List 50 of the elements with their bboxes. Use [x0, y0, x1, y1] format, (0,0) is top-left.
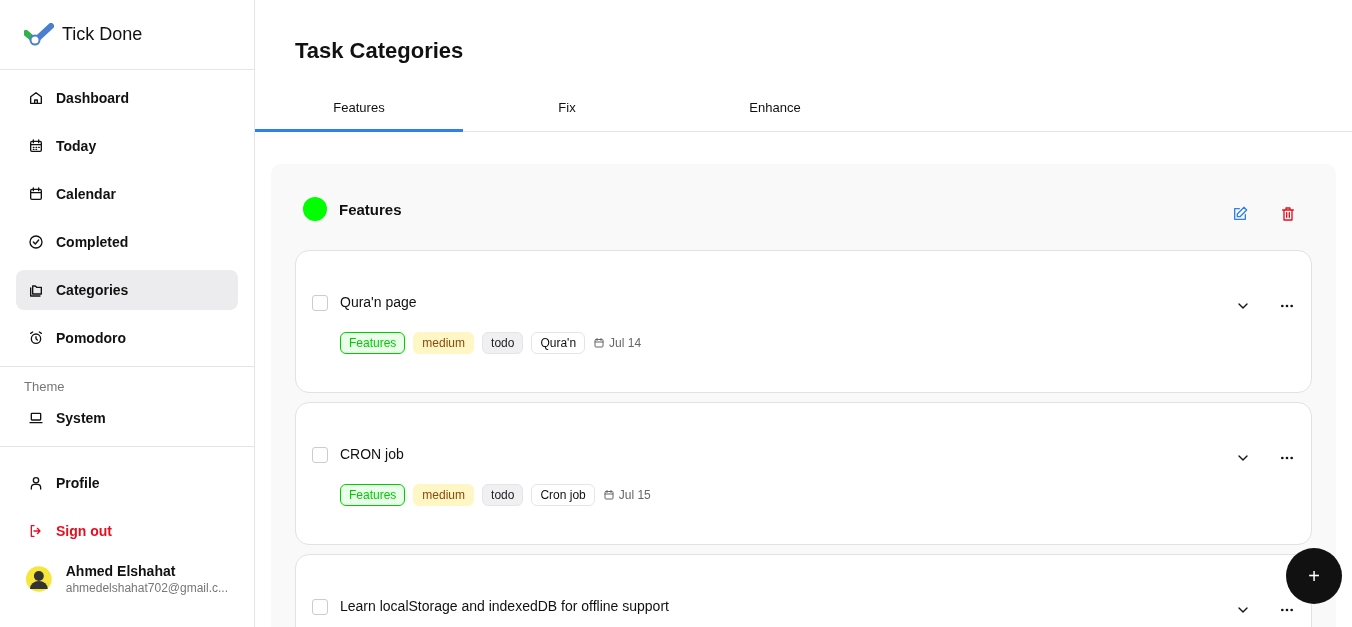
user-name: Ahmed Elshahat — [65, 563, 177, 579]
calendar-icon — [28, 186, 44, 202]
logo-icon — [24, 22, 54, 47]
checkbox[interactable] — [312, 447, 328, 463]
tag: todo — [482, 332, 524, 354]
edit-icon — [1232, 206, 1248, 222]
alarm-clock-icon — [28, 330, 44, 346]
calendar-icon — [593, 337, 606, 349]
tag: Features — [340, 484, 406, 506]
page-title: Task Categories — [294, 37, 465, 65]
app-name: Tick Done — [62, 24, 143, 45]
person-icon — [28, 475, 44, 491]
user-email: ahmedelshahat702@gmail.c... — [65, 581, 228, 595]
section-label: Theme — [23, 379, 66, 396]
sidebar-item[interactable]: Calendar — [16, 174, 238, 214]
home-icon — [28, 90, 44, 106]
tag: Qura'n — [531, 332, 586, 354]
calendar-icon — [28, 138, 44, 154]
avatar — [26, 566, 52, 592]
folders-icon — [28, 282, 44, 298]
tab[interactable]: Features — [255, 86, 463, 132]
check-circle-icon — [28, 234, 44, 250]
sidebar-item[interactable]: Today — [16, 126, 238, 166]
tag: Features — [340, 332, 406, 354]
task-title: Qura'n page — [340, 294, 418, 310]
tag: Cron job — [531, 484, 595, 506]
calendar-icon — [602, 489, 615, 501]
trash-icon — [1280, 206, 1296, 222]
tab[interactable]: Fix — [463, 86, 671, 132]
task-title: CRON job — [340, 446, 405, 462]
sidebar-item[interactable]: Profile — [16, 463, 238, 503]
tab[interactable]: Enhance — [671, 86, 879, 132]
sidebar-item[interactable]: Dashboard — [16, 78, 238, 118]
delete-button[interactable] — [1280, 206, 1296, 222]
sidebar-item[interactable]: Completed — [16, 222, 238, 262]
tag: todo — [482, 484, 524, 506]
theme-button[interactable]: System — [16, 398, 118, 438]
sidebar-item[interactable]: Pomodoro — [16, 318, 238, 358]
task-title: Learn localStorage and indexedDB for offline support — [340, 598, 670, 614]
due-date: Jul 15 — [618, 488, 651, 502]
tag: medium — [413, 484, 475, 506]
laptop-icon — [28, 410, 44, 426]
edit-button[interactable] — [1232, 206, 1248, 222]
category-name: Features — [339, 200, 403, 218]
tag: medium — [413, 332, 475, 354]
checkbox[interactable] — [312, 599, 328, 615]
due-date: Jul 14 — [609, 336, 642, 350]
checkbox[interactable] — [312, 295, 328, 311]
sign-out-button[interactable]: Sign out — [16, 511, 238, 551]
sidebar-item[interactable]: Categories — [16, 270, 238, 310]
